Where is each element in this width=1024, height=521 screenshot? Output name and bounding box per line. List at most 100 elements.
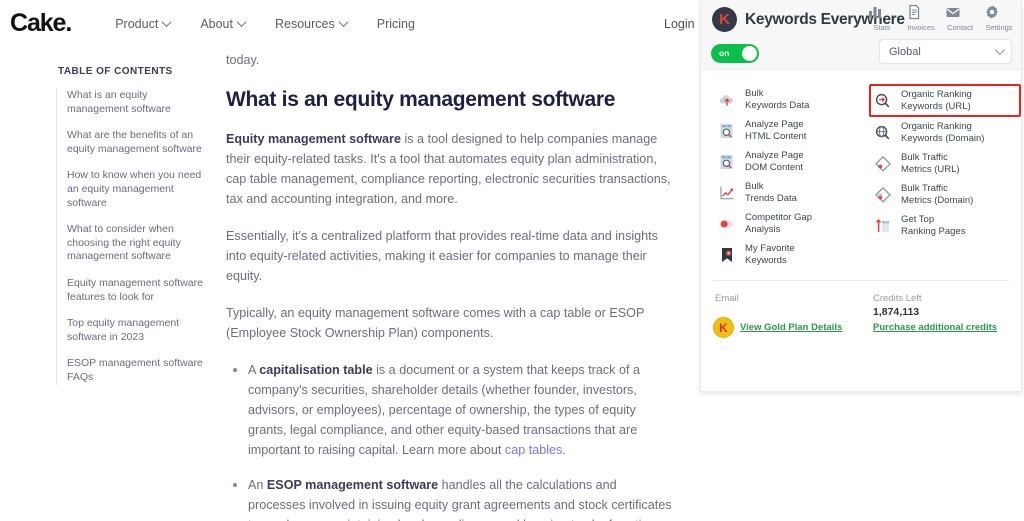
region-select-value: Global bbox=[889, 45, 921, 58]
bullet1-prefix: A bbox=[248, 363, 260, 377]
gold-plan-badge-icon: K bbox=[713, 317, 734, 338]
email-label: Email bbox=[715, 293, 739, 304]
toc-item-1[interactable]: What are the benefits of an equity manag… bbox=[67, 129, 206, 156]
paragraph-1-bold: Equity management software bbox=[226, 132, 401, 146]
view-gold-plan-details-link[interactable]: View Gold Plan Details bbox=[740, 322, 842, 333]
keywords-everywhere-logo-icon: K bbox=[712, 7, 737, 32]
nav-item-resources[interactable]: Resources bbox=[274, 16, 349, 31]
toc-item-0[interactable]: What is an equity management software bbox=[67, 89, 206, 116]
extension-header: K Keywords Everywhere Stats Invoices Con… bbox=[701, 0, 1021, 70]
magnifier-arrow-icon bbox=[873, 91, 892, 110]
paragraph-1: Equity management software is a tool des… bbox=[226, 129, 673, 209]
cap-tables-link[interactable]: cap tables bbox=[505, 443, 562, 457]
menu-item-analyze-page-dom-content[interactable]: Analyze Page DOM Content bbox=[713, 146, 861, 177]
purchase-additional-credits-link[interactable]: Purchase additional credits bbox=[873, 322, 997, 333]
extension-menu-right-column: Organic Ranking Keywords (URL) Organic Ra… bbox=[861, 84, 1021, 270]
toolbar-stats-label: Stats bbox=[873, 23, 891, 32]
region-select[interactable]: Global bbox=[879, 39, 1012, 64]
menu-item-bulk-keywords-data[interactable]: Bulk Keywords Data bbox=[713, 84, 861, 115]
chevron-down-icon bbox=[994, 45, 1005, 56]
toolbar-contact-button[interactable]: Contact bbox=[945, 4, 975, 32]
bullet1-suffix: . bbox=[562, 443, 566, 457]
menu-item-organic-ranking-keywords-domain[interactable]: Organic Ranking Keywords (Domain) bbox=[869, 117, 1021, 148]
extension-footer: Email Credits Left 1,874,113 K View Gold… bbox=[701, 281, 1021, 371]
site-header: Cake. Product About Resources Pricing bbox=[0, 0, 700, 47]
chevron-down-icon bbox=[161, 17, 172, 28]
paragraph-2: Essentially, it's a centralized platform… bbox=[226, 229, 658, 283]
bullet1-bold: capitalisation table bbox=[259, 363, 373, 377]
menu-item-label: Get Top Ranking Pages bbox=[901, 214, 966, 237]
menu-item-label: Organic Ranking Keywords (URL) bbox=[901, 89, 972, 112]
menu-item-analyze-page-html-content[interactable]: Analyze Page HTML Content bbox=[713, 115, 861, 146]
credits-left-label: Credits Left bbox=[873, 293, 922, 304]
menu-item-label: Bulk Traffic Metrics (Domain) bbox=[901, 183, 974, 206]
nav-item-label: Pricing bbox=[376, 16, 415, 31]
toolbar-contact-label: Contact bbox=[947, 23, 973, 32]
nav-item-about[interactable]: About bbox=[200, 16, 247, 31]
main-nav: Product About Resources Pricing bbox=[115, 17, 415, 31]
menu-item-organic-ranking-keywords-url[interactable]: Organic Ranking Keywords (URL) bbox=[869, 84, 1021, 117]
browser-page: Cake. Product About Resources Pricing Lo… bbox=[0, 0, 1024, 521]
menu-item-label: Organic Ranking Keywords (Domain) bbox=[901, 121, 985, 144]
menu-item-bulk-trends-data[interactable]: Bulk Trends Data bbox=[713, 177, 861, 208]
toc-item-5[interactable]: Top equity management software in 2023 bbox=[67, 317, 206, 344]
toc-item-2[interactable]: How to know when you need an equity mana… bbox=[67, 169, 206, 210]
nav-item-label: Resources bbox=[274, 16, 335, 31]
nav-item-label: About bbox=[200, 16, 233, 31]
login-link[interactable]: Login bbox=[664, 17, 695, 31]
magnifier-globe-icon bbox=[873, 123, 892, 142]
bookmark-icon bbox=[717, 245, 736, 264]
menu-item-label: Competitor Gap Analysis bbox=[745, 212, 813, 235]
menu-item-my-favorite-keywords[interactable]: My Favorite Keywords bbox=[713, 239, 861, 270]
lead-fragment: today. bbox=[226, 53, 260, 67]
menu-item-competitor-gap-analysis[interactable]: Competitor Gap Analysis bbox=[713, 208, 861, 239]
toolbar-settings-button[interactable]: Settings bbox=[984, 4, 1014, 32]
toggle-label: on bbox=[719, 48, 730, 58]
bullet1-mid: is a document or a system that keeps tra… bbox=[248, 363, 640, 457]
toc-item-3[interactable]: What to consider when choosing the right… bbox=[67, 223, 206, 264]
nav-item-pricing[interactable]: Pricing bbox=[377, 17, 415, 31]
menu-item-label: Bulk Keywords Data bbox=[745, 88, 810, 111]
list-item: A capitalisation table is a document or … bbox=[226, 360, 673, 460]
extension-on-off-toggle[interactable]: on bbox=[711, 44, 759, 63]
menu-item-bulk-traffic-metrics-url[interactable]: Bulk Traffic Metrics (URL) bbox=[869, 148, 1021, 179]
bullet2-prefix: An bbox=[248, 478, 267, 492]
toc-list: What is an equity management software Wh… bbox=[56, 89, 206, 385]
cloud-upload-icon bbox=[717, 90, 736, 109]
menu-item-label: Bulk Traffic Metrics (URL) bbox=[901, 152, 960, 175]
bar-chart-icon bbox=[867, 4, 897, 22]
paragraph-3: Typically, an equity management software… bbox=[226, 306, 645, 340]
menu-item-bulk-traffic-metrics-domain[interactable]: Bulk Traffic Metrics (Domain) bbox=[869, 179, 1021, 210]
chevron-down-icon bbox=[236, 17, 247, 28]
extension-menu: Bulk Keywords Data Analyze Page HTML Conte… bbox=[701, 70, 1021, 371]
toc-item-4[interactable]: Equity management software features to l… bbox=[67, 277, 206, 304]
toolbar-stats-button[interactable]: Stats bbox=[867, 4, 897, 32]
bullet2-bold: ESOP management software bbox=[266, 478, 439, 492]
toggle-knob bbox=[742, 46, 757, 61]
menu-item-label: My Favorite Keywords bbox=[745, 243, 795, 266]
envelope-icon bbox=[945, 4, 975, 22]
menu-item-get-top-ranking-pages[interactable]: Get Top Ranking Pages bbox=[869, 210, 1021, 241]
toc-item-6[interactable]: ESOP management software FAQs bbox=[67, 357, 206, 384]
article-bullet-list: A capitalisation table is a document or … bbox=[226, 360, 673, 521]
extension-menu-left-column: Bulk Keywords Data Analyze Page HTML Conte… bbox=[701, 84, 861, 270]
gear-icon bbox=[984, 4, 1014, 22]
table-of-contents: TABLE OF CONTENTS What is an equity mana… bbox=[56, 66, 206, 385]
extension-toolbar: Stats Invoices Contact Settings bbox=[867, 4, 1014, 32]
nav-item-product[interactable]: Product bbox=[115, 16, 172, 31]
page-search-icon bbox=[717, 121, 736, 140]
menu-item-label: Bulk Trends Data bbox=[745, 181, 797, 204]
nav-item-label: Product bbox=[115, 16, 159, 31]
toolbar-invoices-button[interactable]: Invoices bbox=[906, 4, 936, 32]
article-body: today. What is an equity management soft… bbox=[226, 50, 673, 521]
site-logo[interactable]: Cake. bbox=[10, 9, 72, 38]
toolbar-invoices-label: Invoices bbox=[907, 23, 935, 32]
menu-item-label: Analyze Page HTML Content bbox=[745, 119, 807, 142]
page-search-icon bbox=[717, 152, 736, 171]
page-arrow-icon bbox=[873, 216, 892, 235]
tag-icon bbox=[873, 154, 892, 173]
credits-left-value: 1,874,113 bbox=[873, 306, 920, 318]
toolbar-settings-label: Settings bbox=[985, 23, 1013, 32]
toc-title: TABLE OF CONTENTS bbox=[58, 66, 173, 77]
extension-menu-columns: Bulk Keywords Data Analyze Page HTML Conte… bbox=[701, 84, 1021, 270]
